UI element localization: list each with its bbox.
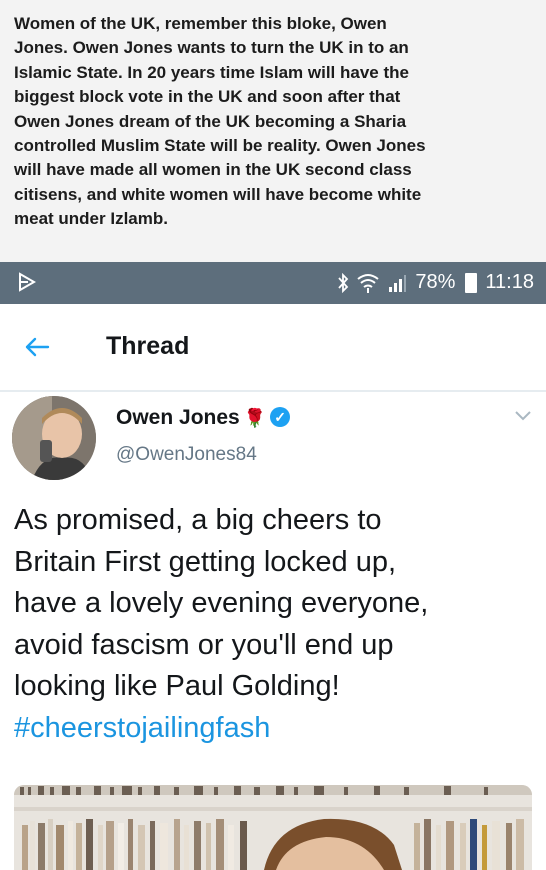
author-name-text: Owen Jones xyxy=(116,406,240,429)
author-name[interactable]: Owen Jones 🌹 ✓ xyxy=(116,406,291,430)
battery-percent: 78% xyxy=(415,271,456,293)
battery-icon xyxy=(465,272,478,293)
bluetooth-icon xyxy=(338,272,349,293)
cast-icon xyxy=(19,272,37,292)
caption-line: biggest block vote in the UK and soon af… xyxy=(14,87,401,107)
rose-icon: 🌹 xyxy=(243,408,267,428)
caption-line: Owen Jones dream of the UK becoming a Sh… xyxy=(14,111,407,131)
page-title: Thread xyxy=(106,332,190,360)
verified-badge-icon: ✓ xyxy=(270,407,291,427)
thread-header: Thread xyxy=(0,304,546,392)
caption-line: controlled Muslim State will be reality.… xyxy=(14,136,426,156)
chevron-down-icon[interactable] xyxy=(514,410,532,422)
caption-line: Women of the UK, remember this bloke, Ow… xyxy=(14,14,387,33)
caption-text: Women of the UK, remember this bloke, Ow… xyxy=(0,0,546,232)
signal-icon xyxy=(389,274,407,292)
status-time: 11:18 xyxy=(485,271,534,293)
post-caption: Women of the UK, remember this bloke, Ow… xyxy=(0,0,546,262)
wifi-icon xyxy=(357,273,380,293)
tweet-text: As promised, a big cheers to Britain Fir… xyxy=(14,500,534,749)
media-photo xyxy=(14,785,532,870)
avatar[interactable] xyxy=(12,396,96,480)
tweet-media-image[interactable] xyxy=(14,785,532,870)
tweet-text-line: As promised, a big cheers to xyxy=(14,504,382,536)
caption-line: meat under Izlamb. xyxy=(14,209,168,229)
hashtag-link[interactable]: #cheerstojailingfash xyxy=(14,708,534,750)
tweet[interactable]: Owen Jones 🌹 ✓ @OwenJones84 As promised, a… xyxy=(0,392,546,870)
caption-line: Jones. Owen Jones wants to turn the UK i… xyxy=(14,38,409,58)
tweet-text-line: have a lovely evening everyone, xyxy=(14,587,429,619)
tweet-text-line: Britain First getting locked up, xyxy=(14,545,397,578)
caption-line: Islamic State. In 20 years time Islam wi… xyxy=(14,62,409,82)
tweet-text-line: looking like Paul Golding! xyxy=(14,670,340,702)
tweet-text-line: avoid fascism or you'll end up xyxy=(14,628,394,661)
avatar-image xyxy=(12,396,96,480)
back-arrow-icon[interactable] xyxy=(22,332,52,362)
caption-line: citisens, and white women will have beco… xyxy=(14,184,422,204)
status-bar: 78% 11:18 xyxy=(0,262,546,304)
caption-line: will have made all women in the UK secon… xyxy=(14,160,412,180)
author-handle[interactable]: @OwenJones84 xyxy=(116,444,257,466)
status-icons: 78% 11:18 xyxy=(337,271,534,294)
